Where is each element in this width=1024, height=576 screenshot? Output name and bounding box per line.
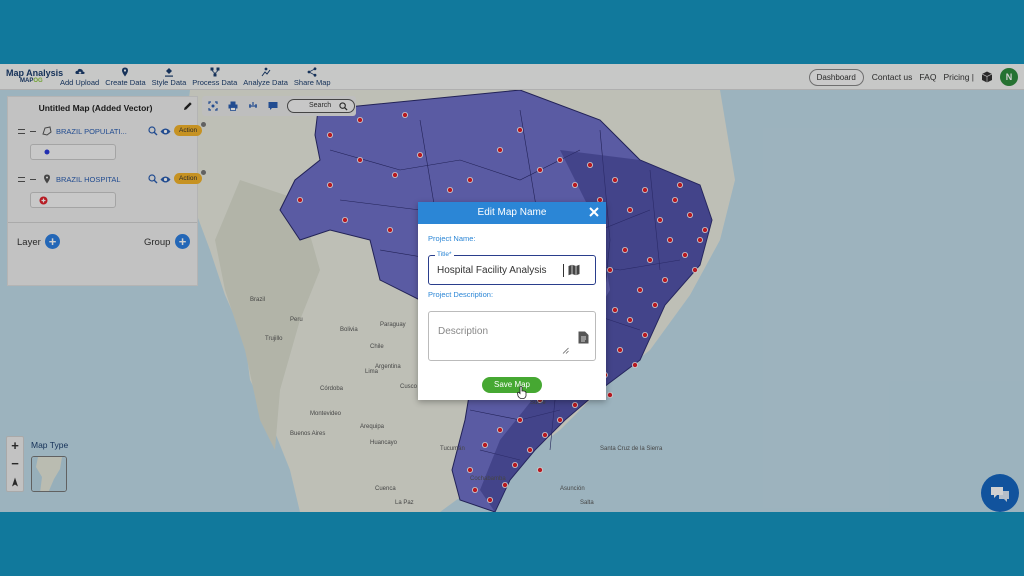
description-textarea[interactable]: Description xyxy=(428,311,596,361)
edit-map-name-dialog: Edit Map Name Project Name: Title* Hospi… xyxy=(418,202,606,400)
document-icon xyxy=(578,331,589,344)
title-input[interactable]: Title* Hospital Facility Analysis xyxy=(428,251,596,285)
description-placeholder: Description xyxy=(438,326,489,337)
text-caret xyxy=(563,264,564,277)
close-icon[interactable] xyxy=(588,206,600,218)
title-field-label: Title* xyxy=(435,251,454,258)
dialog-header: Edit Map Name xyxy=(418,202,606,224)
title-input-value[interactable]: Hospital Facility Analysis xyxy=(437,265,563,276)
map-icon xyxy=(568,264,580,276)
hand-pointer-icon xyxy=(517,386,527,399)
dialog-title: Edit Map Name xyxy=(477,207,547,218)
project-name-label: Project Name: xyxy=(428,234,476,243)
app-window: Brazil Peru Bolivia Paraguay Chile Argen… xyxy=(0,64,1024,512)
project-description-label: Project Description: xyxy=(428,290,494,299)
save-map-button[interactable]: Save Map xyxy=(482,377,542,393)
resize-handle-icon[interactable] xyxy=(562,347,569,354)
